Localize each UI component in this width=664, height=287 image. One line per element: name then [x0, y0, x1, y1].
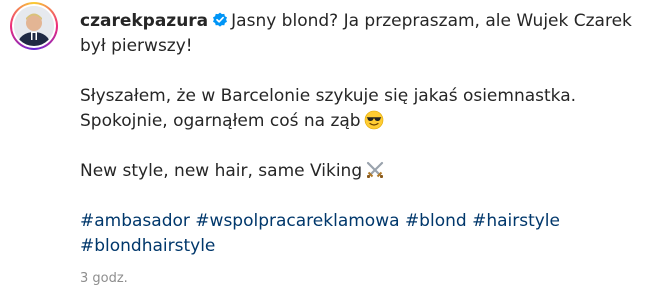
- avatar-ring-gap: [12, 4, 56, 48]
- avatar-image: [14, 6, 54, 46]
- hashtag-link[interactable]: #hairstyle: [472, 211, 560, 231]
- hashtag-link[interactable]: #blondhairstyle: [80, 236, 215, 256]
- avatar-story-ring[interactable]: [10, 2, 58, 50]
- avatar[interactable]: [14, 6, 54, 46]
- verified-badge-icon: [212, 12, 228, 28]
- crossed-swords-icon: [365, 160, 385, 180]
- caption-line-5-text: New style, new hair, same Viking: [80, 161, 363, 181]
- username-link[interactable]: czarekpazura: [80, 11, 208, 31]
- hashtag-link[interactable]: #wspolpracareklamowa: [195, 211, 399, 231]
- caption-line-2: był pierwszy!: [80, 36, 193, 56]
- caption-paragraph-2: Słyszałem, że w Barcelonie szykuje się j…: [80, 84, 655, 134]
- caption-line-3: Słyszałem, że w Barcelonie szykuje się j…: [80, 86, 577, 106]
- caption-paragraph-3: New style, new hair, same Viking: [80, 159, 655, 184]
- hashtag-line-2: #blondhairstyle: [80, 234, 655, 259]
- hashtag-link[interactable]: #blond: [405, 211, 467, 231]
- caption-body: czarekpazura Jasny blond? Ja przepraszam…: [80, 9, 655, 259]
- hashtag-line-1: #ambasador #wspolpracareklamowa #blond #…: [80, 209, 655, 234]
- caption-line-4: Spokojnie, ogarnąłem coś na ząb: [80, 109, 655, 134]
- caption-text-start: Jasny blond? Ja przepraszam, ale Wujek C…: [231, 11, 632, 31]
- post-caption: czarekpazura Jasny blond? Ja przepraszam…: [0, 0, 664, 286]
- caption-line-4-text: Spokojnie, ogarnąłem coś na ząb: [80, 111, 361, 131]
- smiling-face-with-sunglasses-icon: [364, 110, 384, 130]
- caption-line-5: New style, new hair, same Viking: [80, 159, 655, 184]
- hashtag-list: #ambasador #wspolpracareklamowa #blond #…: [80, 209, 655, 259]
- hashtag-link[interactable]: #ambasador: [80, 211, 190, 231]
- caption-paragraph-1: czarekpazura Jasny blond? Ja przepraszam…: [80, 9, 655, 59]
- post-timestamp[interactable]: 3 godz.: [80, 271, 128, 287]
- caption-line-1: czarekpazura Jasny blond? Ja przepraszam…: [80, 9, 655, 34]
